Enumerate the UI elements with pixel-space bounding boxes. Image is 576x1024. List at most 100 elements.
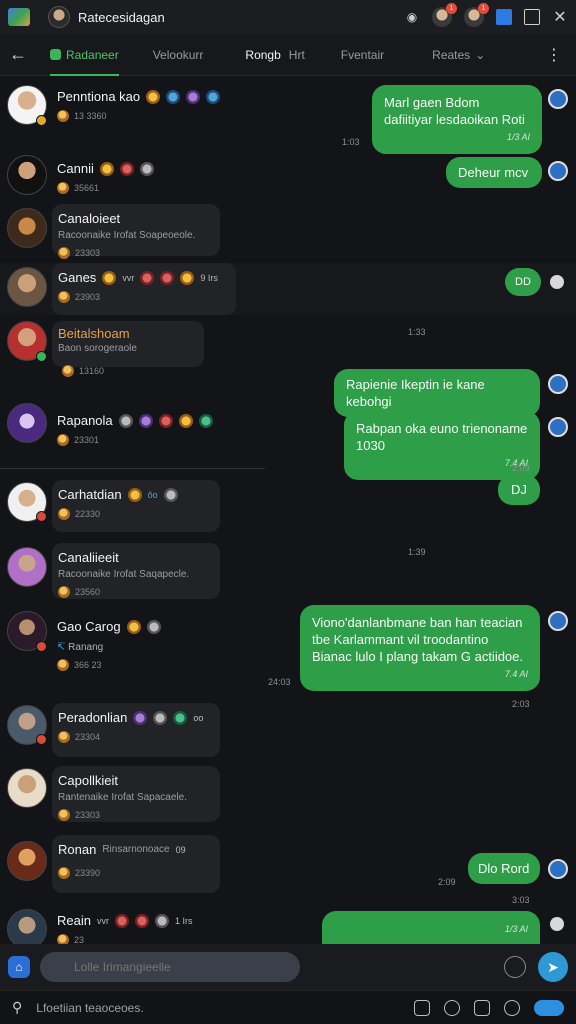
incoming-message[interactable]: Capollkieit Rantenaike Irofat Sapacaele.…	[52, 766, 220, 822]
title-avatar[interactable]	[48, 6, 70, 28]
message-text: Deheur mcv	[458, 165, 529, 180]
outgoing-message[interactable]: Dlo Rord	[468, 853, 540, 884]
timestamp: 1:33	[408, 327, 426, 337]
outgoing-message[interactable]: Rabpan oka euno trienoname 1030 7.4 AI	[344, 411, 540, 480]
message-meta: 13160	[62, 365, 104, 377]
home-icon[interactable]: ⌂	[8, 956, 30, 978]
sender-name[interactable]: Penntiona kao	[57, 89, 221, 104]
outgoing-message[interactable]: Marl gaen Bdom dafiitiyar lesdaoikan Rot…	[372, 85, 542, 154]
sender-name-text: Ronan	[58, 842, 97, 857]
chat-thread[interactable]: Penntiona kao 13 3360 Marl gaen Bdom daf…	[0, 77, 576, 944]
sender-name[interactable]: Cannii	[57, 161, 154, 176]
maximize-button[interactable]	[524, 9, 540, 25]
toggle-icon[interactable]	[534, 999, 564, 1016]
message-text: DD	[515, 276, 531, 288]
sender-name[interactable]: Gao Carog	[57, 619, 161, 634]
pin-window-button[interactable]	[496, 9, 512, 25]
close-icon[interactable]: ✕	[552, 9, 568, 26]
incoming-message[interactable]: Canaloieet Racoonaike Irofat Soapeoeole.…	[52, 204, 220, 259]
star-emoji-icon	[126, 619, 141, 634]
avatar[interactable]	[7, 768, 47, 808]
message-meta: 23304	[58, 731, 210, 743]
message-text: Racoonaike Irofat Soapeoeole.	[58, 230, 196, 241]
avatar[interactable]	[7, 155, 47, 195]
incoming-message[interactable]: Peradonlian oo 23304	[52, 703, 220, 757]
incoming-message[interactable]: Beitalshoam Baon sorogeraole	[52, 321, 204, 367]
sender-name[interactable]: Canaloieet	[58, 211, 210, 226]
sender-name[interactable]: Carhatdian ǒo	[58, 487, 210, 502]
chat-icon[interactable]	[444, 999, 460, 1016]
avatar[interactable]	[7, 547, 47, 587]
video-icon[interactable]	[414, 999, 430, 1016]
incoming-message[interactable]: Canaliieeit Racoonaike Irofat Saqapecle.…	[52, 543, 220, 599]
sender-name[interactable]: Beitalshoam	[58, 326, 194, 341]
back-arrow-icon[interactable]: ←	[0, 44, 36, 65]
fire-emoji-icon	[134, 913, 149, 928]
coin-icon	[62, 365, 74, 377]
gem-emoji-icon	[138, 413, 153, 428]
message-content: Rapanola 23301	[57, 413, 213, 446]
tab-hrt[interactable]: Hrt	[289, 34, 305, 76]
incoming-message[interactable]: Ganes vvr 9 Irs 23903	[52, 263, 236, 315]
outgoing-message[interactable]: DD	[505, 268, 541, 296]
avatar[interactable]	[7, 841, 47, 881]
emoji-picker-icon[interactable]	[504, 956, 526, 978]
own-avatar[interactable]	[548, 374, 568, 394]
gamepad-icon[interactable]: ◉	[404, 9, 420, 25]
sub-text: Ranang	[68, 642, 104, 653]
outgoing-message[interactable]: Deheur mcv	[446, 157, 542, 188]
tab-rongb[interactable]: Rongb	[245, 34, 280, 76]
sender-name[interactable]: Canaliieeit	[58, 550, 210, 565]
sender-name[interactable]: Peradonlian oo	[58, 710, 210, 725]
tab-reates[interactable]: Reates ⌄	[432, 34, 485, 76]
message-input[interactable]	[40, 952, 300, 982]
avatar[interactable]	[7, 267, 47, 307]
name-decoration: Rinsarnonoace	[102, 844, 170, 855]
message-text: Dlo Rord	[478, 861, 530, 876]
planet-emoji-icon	[206, 89, 221, 104]
bottom-bar-text[interactable]: Lfoetiian teaoceoes.	[36, 1001, 143, 1015]
tab-velookurr[interactable]: Velookurr	[153, 34, 204, 76]
gift-icon[interactable]	[474, 999, 490, 1016]
own-avatar[interactable]	[548, 859, 568, 879]
own-avatar[interactable]	[548, 89, 568, 109]
outgoing-message[interactable]: 1/3 AI	[322, 911, 540, 944]
incoming-message[interactable]: Carhatdian ǒo 22330	[52, 480, 220, 532]
sender-name[interactable]: Ganes vvr 9 Irs	[58, 270, 226, 285]
tab-fventair[interactable]: Fventair	[341, 34, 384, 76]
divider	[0, 468, 265, 469]
send-button[interactable]: ➤	[538, 952, 568, 982]
outgoing-message[interactable]: Viono'danlanbmane ban han teacian tbe Ka…	[300, 605, 540, 691]
message-row: Ganes vvr 9 Irs 23903	[0, 263, 576, 315]
own-avatar[interactable]	[548, 611, 568, 631]
message-text: Viono'danlanbmane ban han teacian tbe Ka…	[312, 615, 524, 664]
tab-radaneer[interactable]: Radaneer	[50, 34, 119, 76]
settings-icon[interactable]	[504, 999, 520, 1016]
sender-name[interactable]: Reain vvr 1 Irs	[57, 913, 192, 928]
search-icon[interactable]: ⚲	[12, 999, 22, 1016]
incoming-message[interactable]: Ronan Rinsarnonoace 09 23390	[52, 835, 220, 893]
notification-badge: 1	[446, 3, 457, 14]
level-badge-icon	[36, 115, 47, 126]
own-avatar[interactable]	[548, 417, 568, 437]
meta-text: 23560	[75, 587, 101, 597]
sender-name[interactable]: Ronan Rinsarnonoace 09	[58, 842, 210, 857]
online-badge-icon	[36, 351, 47, 362]
message-avatar[interactable]: 1	[464, 3, 489, 27]
sender-name[interactable]: Capollkieit	[58, 773, 210, 788]
app-logo-icon	[8, 8, 30, 26]
more-options-icon[interactable]: ⋮	[546, 45, 562, 65]
own-avatar[interactable]	[548, 161, 568, 181]
mask-emoji-icon	[146, 619, 161, 634]
avatar[interactable]	[7, 403, 47, 443]
avatar[interactable]	[7, 909, 47, 944]
avatar[interactable]	[7, 208, 47, 248]
meta-text: 23303	[75, 810, 101, 820]
coin-icon	[58, 508, 70, 520]
notification-avatar[interactable]: 1	[432, 3, 457, 27]
meta-text: 23301	[74, 435, 100, 445]
message-content: Gao Carog ↸ Ranang 366 23	[57, 619, 161, 671]
tab-label: Rongb	[245, 47, 281, 62]
sender-name[interactable]: Rapanola	[57, 413, 213, 428]
message-meta: 23301	[57, 434, 213, 446]
